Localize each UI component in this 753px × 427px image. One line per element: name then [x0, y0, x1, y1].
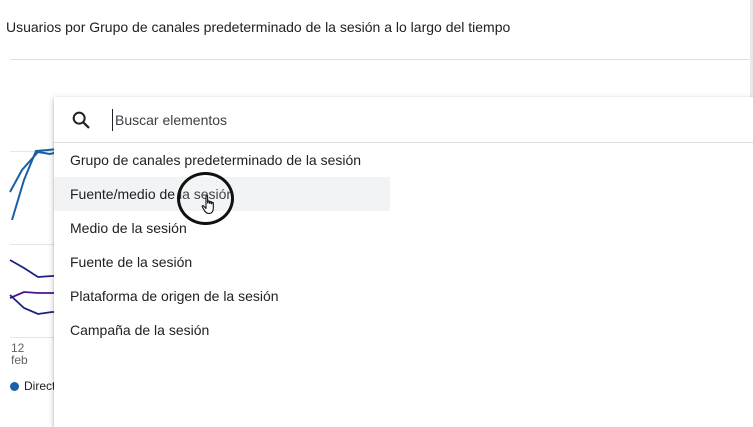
chart-area: [0, 140, 60, 350]
option-medium[interactable]: Medio de la sesión: [54, 211, 753, 245]
series-line-4: [9, 294, 58, 315]
series-line-3: [9, 291, 58, 299]
search-row: [54, 97, 753, 143]
legend-label: Direct: [24, 379, 56, 393]
option-default-channel-group[interactable]: Grupo de canales predeterminado de la se…: [54, 143, 753, 177]
option-list: Grupo de canales predeterminado de la se…: [54, 143, 753, 347]
search-input[interactable]: [112, 109, 675, 131]
series-line-direct-upper: [11, 148, 59, 221]
card-title: Usuarios por Grupo de canales predetermi…: [6, 19, 511, 35]
dimension-dropdown: Grupo de canales predeterminado de la se…: [54, 97, 753, 427]
option-campaign[interactable]: Campaña de la sesión: [54, 313, 753, 347]
search-icon: [72, 111, 90, 129]
legend-item-direct[interactable]: Direct: [10, 379, 55, 393]
x-tick-month: feb: [11, 353, 28, 367]
option-source-platform[interactable]: Plataforma de origen de la sesión: [54, 279, 753, 313]
chart-lines: [9, 148, 59, 315]
hand-pointer-icon: [201, 195, 214, 215]
series-line-2: [9, 259, 58, 278]
title-divider: [10, 59, 750, 60]
option-source[interactable]: Fuente de la sesión: [54, 245, 753, 279]
legend-dot: [10, 381, 19, 391]
